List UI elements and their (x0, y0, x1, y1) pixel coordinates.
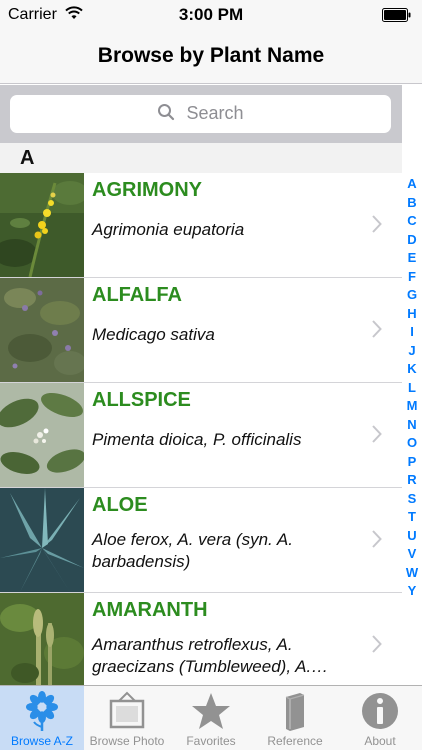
index-letter[interactable]: V (402, 545, 422, 564)
index-letter[interactable]: Y (402, 582, 422, 601)
plant-scientific-name: Pimenta dioica, P. officinalis (92, 430, 302, 449)
tab-label: Browse Photo (89, 734, 165, 748)
plant-scientific-name: Amaranthus retroflexus, A. graecizans (T… (92, 635, 329, 676)
plant-scientific-name: Medicago sativa (92, 325, 215, 344)
flower-icon (0, 691, 84, 731)
page-title: Browse by Plant Name (97, 44, 325, 67)
index-letter[interactable]: A (402, 175, 422, 194)
chevron-right-icon (372, 320, 382, 343)
navigation-bar: Browse by Plant Name (0, 30, 422, 84)
index-letter[interactable]: C (402, 212, 422, 231)
index-letter[interactable]: D (402, 231, 422, 250)
chevron-right-icon (372, 530, 382, 553)
battery-icon (382, 8, 412, 27)
chevron-right-icon (372, 215, 382, 238)
aloe-photo (0, 488, 84, 592)
tab-bar: Browse A-Z Browse Photo Favorites Refere… (0, 685, 422, 750)
amaranth-photo (0, 593, 84, 685)
tab-about[interactable]: About (338, 686, 422, 750)
index-letter[interactable]: T (402, 508, 422, 527)
search-input[interactable]: Search (10, 95, 391, 133)
index-letter[interactable]: U (402, 527, 422, 546)
plant-scientific-name: Aloe ferox, A. vera (syn. A. barbadensis… (92, 530, 293, 571)
plant-name: AGRIMONY (92, 179, 202, 201)
agrimony-photo (0, 173, 84, 277)
star-icon (170, 691, 252, 731)
section-header: A (0, 143, 402, 173)
search-icon (157, 103, 186, 123)
tab-browse-photo[interactable]: Browse Photo (84, 686, 170, 750)
index-letter[interactable]: H (402, 305, 422, 324)
plant-name: AMARANTH (92, 599, 208, 621)
plant-scientific-name: Agrimonia eupatoria (92, 220, 245, 239)
chevron-right-icon (372, 425, 382, 448)
plant-row[interactable]: AGRIMONY Agrimonia eupatoria (0, 173, 402, 278)
index-letter[interactable]: L (402, 379, 422, 398)
plant-list: AGRIMONY Agrimonia eupatoria ALFALFA Med… (0, 173, 402, 685)
index-letter[interactable]: O (402, 434, 422, 453)
index-letter[interactable]: W (402, 564, 422, 583)
index-letter[interactable]: I (402, 323, 422, 342)
index-letter[interactable]: K (402, 360, 422, 379)
plant-row[interactable]: AMARANTH Amaranthus retroflexus, A. grae… (0, 593, 402, 685)
status-bar: Carrier 3:00 PM (0, 0, 422, 30)
status-time: 3:00 PM (178, 5, 244, 24)
tab-label: Favorites (186, 734, 236, 748)
index-letter[interactable]: P (402, 453, 422, 472)
tab-label: Browse A-Z (10, 734, 73, 748)
plant-row[interactable]: ALFALFA Medicago sativa (0, 278, 402, 383)
plant-row[interactable]: ALOE Aloe ferox, A. vera (syn. A. barbad… (0, 488, 402, 593)
index-letter[interactable]: G (402, 286, 422, 305)
index-letter[interactable]: N (402, 416, 422, 435)
book-icon (252, 691, 338, 731)
tab-label: About (364, 734, 396, 748)
alfalfa-photo (0, 278, 84, 382)
index-letter[interactable]: F (402, 268, 422, 287)
search-placeholder: Search (186, 103, 244, 123)
index-letter[interactable]: B (402, 194, 422, 213)
photo-frame-icon (84, 691, 170, 731)
tab-label: Reference (267, 734, 323, 748)
index-letter[interactable]: S (402, 490, 422, 509)
tab-browse-a-z[interactable]: Browse A-Z (0, 686, 84, 750)
plant-name: ALLSPICE (92, 389, 191, 411)
plant-name: ALOE (92, 494, 148, 516)
plant-row[interactable]: ALLSPICE Pimenta dioica, P. officinalis (0, 383, 402, 488)
index-letter[interactable]: M (402, 397, 422, 416)
index-letter[interactable]: J (402, 342, 422, 361)
tab-reference[interactable]: Reference (252, 686, 338, 750)
info-icon (338, 691, 422, 731)
plant-name: ALFALFA (92, 284, 182, 306)
index-letter[interactable]: R (402, 471, 422, 490)
section-index[interactable]: A B C D E F G H I J K L M N O P R S T U … (402, 175, 422, 601)
chevron-right-icon (372, 635, 382, 658)
search-bar: Search (0, 85, 402, 143)
allspice-photo (0, 383, 84, 487)
section-letter: A (20, 147, 35, 169)
index-letter[interactable]: E (402, 249, 422, 268)
tab-favorites[interactable]: Favorites (170, 686, 252, 750)
